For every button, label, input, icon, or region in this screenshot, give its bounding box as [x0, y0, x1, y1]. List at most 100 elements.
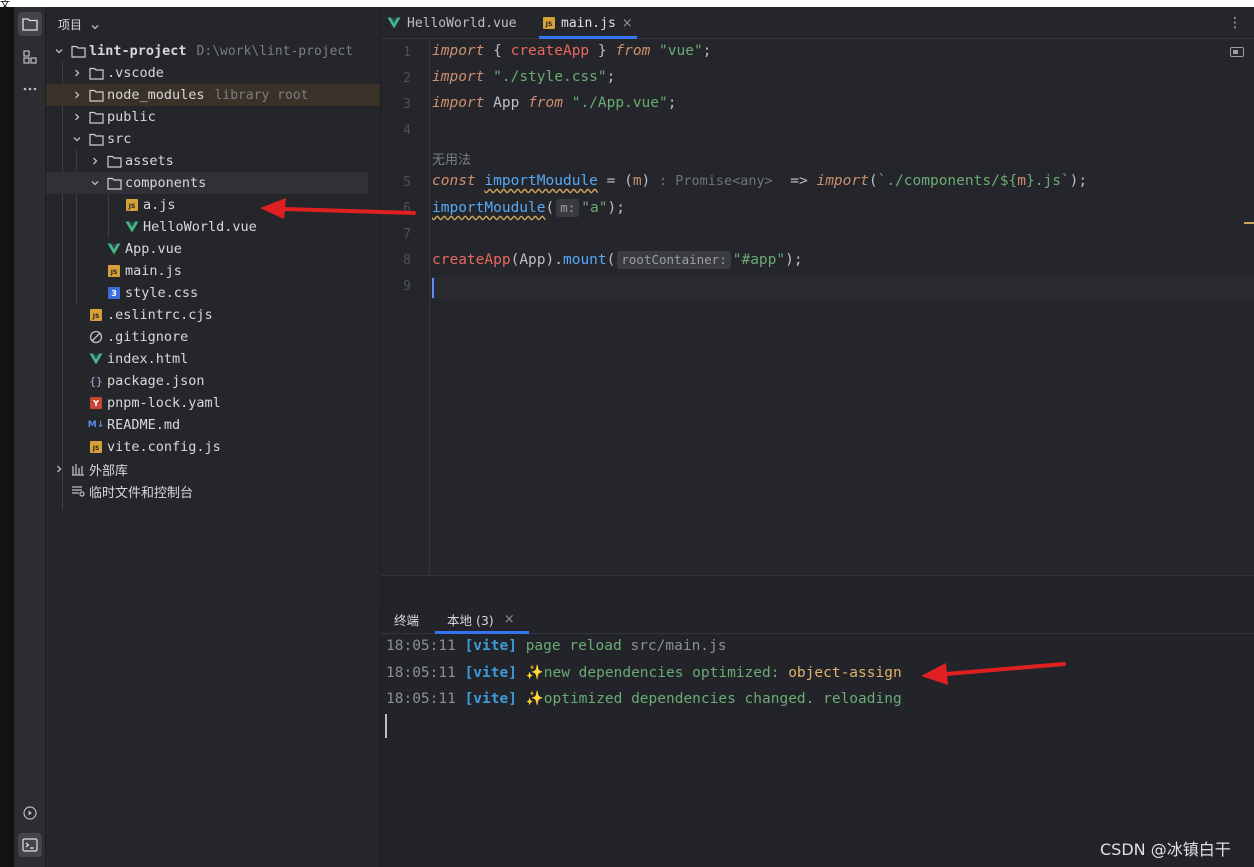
tree-item-label: .eslintrc.cjs: [107, 307, 213, 323]
chevron-right-icon[interactable]: [52, 462, 66, 476]
tree-item-label: index.html: [107, 351, 189, 367]
close-icon[interactable]: ×: [504, 612, 515, 627]
folder-icon: [88, 131, 104, 147]
tree-item-pnpm-lock[interactable]: Y pnpm-lock.yaml: [46, 392, 380, 414]
tree-item-components[interactable]: components: [46, 172, 368, 194]
project-panel-title[interactable]: 项目: [58, 16, 82, 33]
folder-icon: [106, 153, 122, 169]
markdown-file-icon: M↓: [87, 420, 105, 430]
code-line[interactable]: import "./style.css";: [432, 69, 615, 85]
tree-item-public[interactable]: public: [46, 106, 380, 128]
tree-item-label: src: [107, 131, 132, 147]
tree-item-label: .gitignore: [107, 329, 189, 345]
tree-item-label: 临时文件和控制台: [89, 485, 194, 501]
folder-icon: [106, 175, 122, 191]
tree-item-package-json[interactable]: {} package.json: [46, 370, 380, 392]
tab-label: 本地 (3): [447, 612, 494, 628]
tree-item-scratches[interactable]: 临时文件和控制台: [46, 480, 380, 502]
tree-item-label: App.vue: [125, 241, 182, 257]
tab-helloworld-vue[interactable]: HelloWorld.vue: [387, 7, 517, 39]
chevron-down-icon[interactable]: [52, 44, 66, 58]
scrollbar-marker: [1244, 222, 1254, 224]
code-line[interactable]: import { createApp } from "vue";: [432, 43, 711, 59]
code-line[interactable]: const importMoudule = (m) : Promise<any>…: [432, 173, 1087, 189]
tab-label: HelloWorld.vue: [407, 15, 517, 31]
terminal-tabs: 终端 本地 (3) ×: [381, 604, 1254, 634]
panel-divider[interactable]: [381, 575, 1254, 604]
chevron-right-icon[interactable]: [70, 88, 84, 102]
tool-window-strip: [14, 7, 46, 867]
line-number: 1: [403, 45, 411, 60]
left-edge: [0, 7, 14, 867]
project-folder-icon[interactable]: [18, 12, 42, 36]
scratches-icon: [70, 483, 86, 499]
tree-item-hint: library root: [214, 87, 309, 103]
folder-icon: [88, 109, 104, 125]
more-options-icon[interactable]: ⋮: [1228, 15, 1242, 31]
tree-item-eslintrc[interactable]: JS .eslintrc.cjs: [46, 304, 380, 326]
tab-label: 终端: [394, 612, 420, 628]
js-file-icon: JS: [106, 263, 122, 279]
gitignore-icon: [88, 329, 104, 345]
tree-item-gitignore[interactable]: .gitignore: [46, 326, 380, 348]
tree-item-label: package.json: [107, 373, 205, 389]
tab-terminal[interactable]: 终端: [394, 604, 419, 634]
project-panel: 项目 lint-project D:\work\lint-project .vs…: [46, 7, 380, 867]
vue-file-icon: [387, 17, 401, 29]
js-file-icon: JS: [88, 439, 104, 455]
terminal-cursor: [385, 714, 387, 738]
vue-file-icon: [88, 351, 104, 367]
tree-item-src[interactable]: src: [46, 128, 380, 150]
tree-item-lint-project[interactable]: lint-project D:\work\lint-project: [46, 40, 380, 62]
chevron-right-icon[interactable]: [88, 154, 102, 168]
tree-item-readme[interactable]: M↓ README.md: [46, 414, 380, 436]
tree-item-label: assets: [125, 153, 174, 169]
chevron-down-icon[interactable]: [88, 176, 102, 190]
terminal-panel: 终端 本地 (3) × 18:05:11 [vite] page reload …: [381, 604, 1254, 867]
line-number: 9: [403, 279, 411, 294]
chevron-down-icon[interactable]: [90, 17, 100, 36]
tree-item-label: node_modules: [107, 87, 205, 103]
js-file-icon: JS: [543, 17, 555, 29]
tree-item-main-js[interactable]: JS main.js: [46, 260, 380, 282]
code-line[interactable]: import App from "./App.vue";: [432, 95, 676, 111]
folder-icon: [88, 65, 104, 81]
chevron-down-icon[interactable]: [70, 132, 84, 146]
tab-label: main.js: [561, 15, 616, 31]
code-usage-hint: 无用法: [432, 153, 472, 168]
tree-item-index-html[interactable]: index.html: [46, 348, 380, 370]
more-tools-icon[interactable]: [18, 77, 42, 101]
tab-main-js[interactable]: JS main.js ×: [539, 7, 637, 39]
tree-item-style-css[interactable]: 3 style.css: [46, 282, 380, 304]
top-strip: 文: [0, 0, 1254, 11]
tree-item-label: pnpm-lock.yaml: [107, 395, 221, 411]
tree-item-hint: D:\work\lint-project: [196, 43, 354, 59]
line-number: 4: [403, 123, 411, 138]
tree-item-vite-config[interactable]: JS vite.config.js: [46, 436, 380, 458]
close-icon[interactable]: ×: [622, 16, 633, 31]
terminal-icon[interactable]: [18, 833, 42, 857]
chevron-right-icon[interactable]: [70, 66, 84, 80]
tree-item-external-libraries[interactable]: 外部库: [46, 458, 380, 480]
tree-item-node-modules[interactable]: node_modules library root: [46, 84, 380, 106]
code-line[interactable]: createApp(App).mount(rootContainer: "#app…: [432, 251, 803, 269]
tree-item-label: HelloWorld.vue: [143, 219, 257, 235]
tree-item-assets[interactable]: assets: [46, 150, 380, 172]
line-number: 7: [403, 227, 411, 242]
reader-mode-icon[interactable]: [1230, 47, 1244, 57]
vue-file-icon: [106, 241, 122, 257]
tree-item-vscode[interactable]: .vscode: [46, 62, 380, 84]
sparkle-icon: ✨: [525, 691, 544, 707]
line-number: 2: [403, 71, 411, 86]
services-icon[interactable]: [18, 801, 42, 825]
tree-item-label: 外部库: [89, 463, 129, 479]
tree-item-app-vue[interactable]: App.vue: [46, 238, 380, 260]
chevron-right-icon[interactable]: [70, 110, 84, 124]
structure-icon[interactable]: [18, 45, 42, 69]
text-caret: [432, 278, 434, 298]
tree-item-label: lint-project: [89, 43, 187, 59]
code-line[interactable]: importMoudule(m: "a");: [432, 199, 625, 217]
terminal-line: 18:05:11 [vite] page reload src/main.js: [386, 638, 727, 654]
sparkle-icon: ✨: [525, 665, 544, 681]
tab-local[interactable]: 本地 (3) ×: [435, 604, 529, 634]
